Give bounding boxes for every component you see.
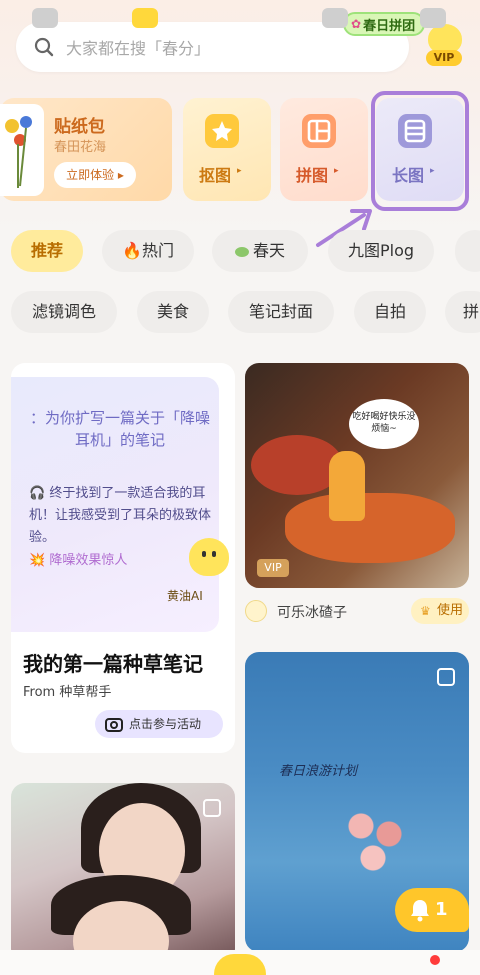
mascot-icon [189, 538, 229, 576]
note-tag: 💥 降噪效果惊人 [29, 553, 128, 568]
camera-icon [105, 718, 123, 732]
search-placeholder: 大家都在搜「春分」 [66, 39, 211, 58]
category-chip-recommend[interactable]: 推荐 [11, 230, 83, 272]
cutout-label: 抠图 [199, 166, 232, 185]
leaf-icon [234, 246, 249, 257]
sticker-thumbnail [0, 104, 44, 196]
collage-icon [302, 114, 336, 148]
note-from: From 种草帮手 [23, 685, 112, 700]
chevron-right-icon: ▸ [334, 166, 339, 176]
food-card-author-row: 可乐冰碴子 ♛ 使用 [245, 598, 469, 624]
join-activity-button[interactable]: 点击参与活动 [95, 710, 223, 738]
note-prompt: ：为你扩写一篇关于「降噪耳机」的笔记 [29, 409, 210, 449]
vip-label: VIP [426, 50, 462, 66]
category-chip-selfie[interactable]: 自拍 [354, 291, 426, 333]
vip-avatar-button[interactable]: VIP [422, 24, 466, 68]
sticker-pack-subtitle: 春田花海 [54, 140, 107, 155]
category-chip-collage[interactable]: 拼 [445, 291, 480, 333]
category-chip-more[interactable] [455, 230, 480, 272]
girl-sticker [329, 451, 365, 521]
use-label: 使用 [437, 603, 464, 618]
home-tab-icon[interactable] [32, 8, 58, 28]
cutout-tool[interactable]: 抠图 ▸ [183, 98, 271, 201]
template-tab-icon[interactable] [132, 8, 158, 28]
collage-tool[interactable]: 拼图 ▸ [280, 98, 368, 201]
sticker-pack-title: 贴纸包 [54, 117, 105, 137]
category-chip-nine-grid[interactable]: 九图Plog [328, 230, 434, 272]
collage-label: 拼图 [296, 166, 329, 185]
note-template-card[interactable]: ：为你扩写一篇关于「降噪耳机」的笔记 🎧 终于找到了一款适合我的耳机！让我感受到… [11, 363, 235, 753]
speech-bubble: 吃好喝好快乐没烦恼~ [349, 399, 419, 449]
try-now-button[interactable]: 立即体验 ▸ [54, 162, 136, 188]
use-template-button[interactable]: ♛ 使用 [411, 598, 469, 624]
selfie-template-card[interactable] [11, 783, 235, 963]
author-name: 可乐冰碴子 [277, 605, 347, 621]
notification-count: 1 [435, 899, 448, 920]
join-activity-label: 点击参与活动 [129, 717, 202, 731]
notification-button[interactable]: 1 [395, 888, 469, 932]
favorites-tab-icon[interactable] [322, 8, 348, 28]
avatar [245, 600, 267, 622]
category-chip-food[interactable]: 美食 [137, 291, 209, 333]
unread-dot [430, 955, 440, 965]
flowers-image [337, 802, 417, 882]
food-image [285, 493, 455, 563]
profile-tab-icon[interactable] [420, 8, 446, 28]
chevron-right-icon: ▸ [237, 166, 242, 176]
flower-icon: ✿ [351, 17, 362, 31]
category-chip-spring[interactable]: 春天 [212, 230, 308, 272]
multi-image-icon [437, 668, 455, 686]
bell-icon [411, 900, 429, 922]
note-body: 🎧 终于找到了一款适合我的耳机！让我感受到了耳朵的极致体验。 [29, 486, 212, 545]
note-title: 我的第一篇种草笔记 [23, 652, 203, 676]
highlight-frame [371, 91, 469, 211]
cutout-icon [205, 114, 239, 148]
crown-icon: ♛ [420, 604, 431, 618]
sticker-pack-card[interactable]: 贴纸包 春田花海 立即体验 ▸ [0, 98, 172, 201]
ai-name-label: 黄油AI [167, 589, 203, 603]
category-chip-spring-label: 春天 [252, 241, 285, 260]
category-chip-hot[interactable]: 🔥热门 [102, 230, 194, 272]
vip-badge: VIP [257, 559, 289, 577]
category-chip-filter[interactable]: 滤镜调色 [11, 291, 117, 333]
multi-image-icon [203, 799, 221, 817]
search-icon [34, 37, 54, 57]
promo-label: 春日拼团 [363, 18, 416, 34]
category-chip-note-cover[interactable]: 笔记封面 [228, 291, 334, 333]
spring-group-buy-badge[interactable]: ✿ 春日拼团 [343, 12, 426, 36]
flowers-caption: 春日浪游计划 [279, 764, 358, 779]
food-template-card[interactable]: 吃好喝好快乐没烦恼~ VIP [245, 363, 469, 588]
